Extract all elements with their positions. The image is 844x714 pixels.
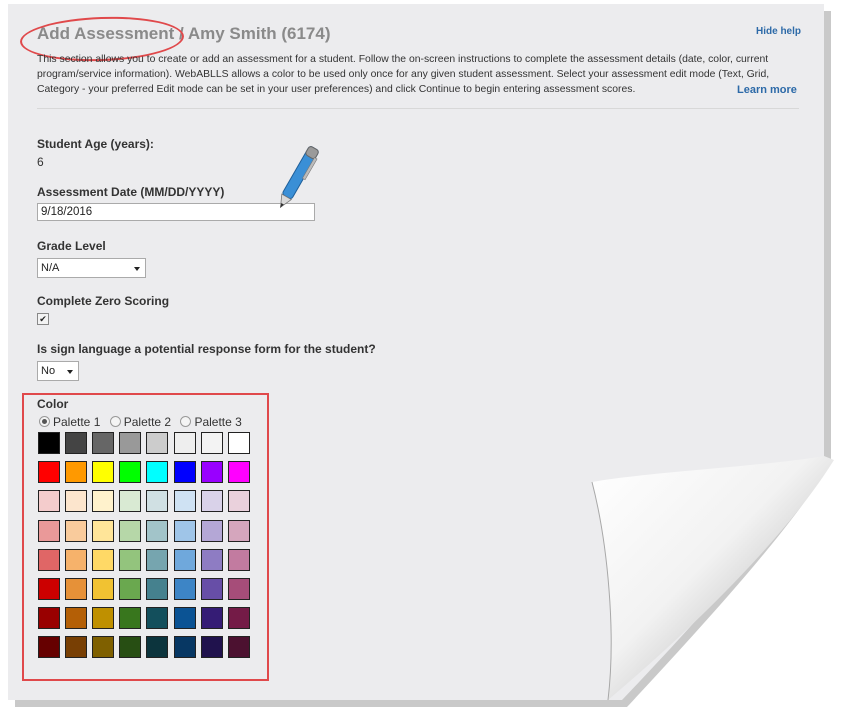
color-swatch[interactable] [201,549,223,571]
color-swatch[interactable] [119,578,141,600]
color-swatch[interactable] [228,549,250,571]
screenshot-canvas: Add Assessment / Amy Smith (6174) Hide h… [0,0,844,714]
color-swatch[interactable] [65,490,87,512]
color-swatch[interactable] [174,578,196,600]
color-swatch[interactable] [174,490,196,512]
color-swatch[interactable] [38,520,60,542]
chevron-down-icon [67,370,73,374]
color-swatch[interactable] [174,549,196,571]
assessment-form: Add Assessment / Amy Smith (6174) Hide h… [8,4,826,704]
color-swatch[interactable] [38,549,60,571]
help-text: This section allows you to create or add… [37,54,770,95]
color-swatch[interactable] [119,490,141,512]
grade-level-label: Grade Level [37,239,106,253]
color-swatch[interactable] [119,607,141,629]
color-swatch[interactable] [119,636,141,658]
color-swatch[interactable] [201,607,223,629]
color-swatch[interactable] [65,607,87,629]
sign-language-value: No [41,365,56,377]
color-swatch[interactable] [119,461,141,483]
sign-language-select[interactable]: No [37,361,79,381]
color-swatch[interactable] [146,636,168,658]
color-swatch[interactable] [174,520,196,542]
color-swatch[interactable] [201,490,223,512]
color-swatch[interactable] [174,432,196,454]
color-swatch[interactable] [228,490,250,512]
color-swatch[interactable] [92,461,114,483]
chevron-down-icon [134,267,140,271]
assessment-date-label: Assessment Date (MM/DD/YYYY) [37,185,225,199]
zero-scoring-label: Complete Zero Scoring [37,294,170,308]
color-swatch[interactable] [65,636,87,658]
color-swatch[interactable] [228,607,250,629]
grade-level-select[interactable]: N/A [37,258,146,278]
grade-level-value: N/A [41,262,60,274]
learn-more-link[interactable]: Learn more [737,84,797,96]
student-age-value: 6 [37,155,44,169]
color-swatch[interactable] [65,461,87,483]
color-swatch[interactable] [65,432,87,454]
color-swatch[interactable] [146,549,168,571]
color-swatch[interactable] [92,432,114,454]
page-sheet: Add Assessment / Amy Smith (6174) Hide h… [8,4,834,707]
color-swatch[interactable] [38,607,60,629]
color-swatch[interactable] [146,432,168,454]
pen-icon [280,146,319,209]
zero-scoring-checkbox[interactable]: ✔ [37,313,49,325]
color-swatch[interactable] [174,607,196,629]
color-swatch[interactable] [119,520,141,542]
color-swatch[interactable] [174,636,196,658]
color-swatch[interactable] [92,578,114,600]
color-swatch[interactable] [65,520,87,542]
color-swatch[interactable] [228,432,250,454]
color-swatch[interactable] [146,461,168,483]
color-swatch[interactable] [146,520,168,542]
palette-3-radio[interactable] [180,416,192,427]
color-swatch[interactable] [201,636,223,658]
sign-language-label: Is sign language a potential response fo… [37,342,376,356]
palette-3-label: Palette 3 [194,415,242,429]
color-swatch[interactable] [228,578,250,600]
palette-2-label: Palette 2 [123,415,172,429]
color-label: Color [37,397,69,411]
color-swatch[interactable] [201,461,223,483]
color-swatch[interactable] [228,461,250,483]
color-swatch[interactable] [228,520,250,542]
color-swatch[interactable] [92,490,114,512]
hide-help-link[interactable]: Hide help [756,26,801,37]
color-swatch[interactable] [65,578,87,600]
color-swatch[interactable] [92,607,114,629]
color-swatch[interactable] [228,636,250,658]
color-swatch[interactable] [38,636,60,658]
color-swatch[interactable] [201,432,223,454]
divider [37,108,799,109]
color-swatch[interactable] [38,432,60,454]
palette-1-radio[interactable] [39,416,50,427]
student-age-label: Student Age (years): [37,137,154,151]
color-swatch[interactable] [119,549,141,571]
color-swatch[interactable] [174,461,196,483]
color-swatch[interactable] [146,607,168,629]
palette-2-radio[interactable] [109,416,121,427]
color-swatch[interactable] [119,432,141,454]
color-swatch[interactable] [92,520,114,542]
color-swatch[interactable] [65,549,87,571]
color-swatch[interactable] [201,578,223,600]
color-swatch[interactable] [201,520,223,542]
color-swatch[interactable] [92,636,114,658]
palette-1-label: Palette 1 [53,415,101,429]
color-swatch[interactable] [146,578,168,600]
color-swatch[interactable] [38,578,60,600]
color-swatch[interactable] [92,549,114,571]
color-swatch[interactable] [38,461,60,483]
palette-radio-group: Palette 1 Palette 2 Palette 3 [39,415,248,429]
color-swatch[interactable] [38,490,60,512]
color-swatch[interactable] [146,490,168,512]
